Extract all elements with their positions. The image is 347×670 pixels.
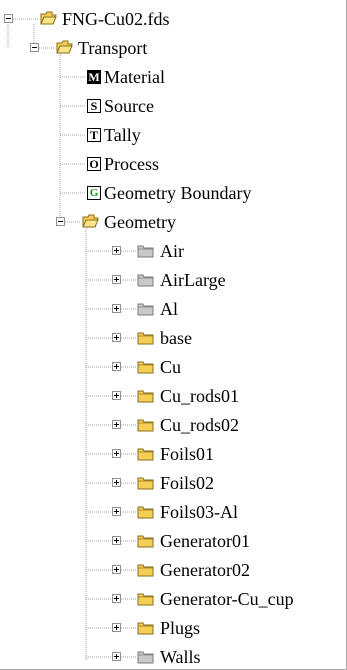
- folder-open-icon: [40, 11, 57, 25]
- folder-closed-icon: [137, 303, 154, 316]
- tree-node-label: Tally: [104, 125, 141, 145]
- tree-node-label: Generator-Cu_cup: [160, 589, 294, 609]
- tree-node-label: Foils02: [160, 473, 215, 493]
- tree-node-process[interactable]: O Process: [0, 153, 330, 175]
- tree-node-label: AirLarge: [160, 270, 226, 290]
- tree-node-label: Foils03-Al: [160, 502, 239, 522]
- expand-toggle[interactable]: [112, 478, 121, 487]
- tree-node-label: Transport: [78, 38, 148, 58]
- expand-toggle[interactable]: [112, 594, 121, 603]
- source-icon: S: [87, 99, 101, 113]
- folder-open-icon: [56, 40, 73, 54]
- tree-node-geometry-child[interactable]: Cu_rods02: [0, 414, 330, 436]
- folder-closed-icon: [137, 593, 154, 606]
- tree-node-root[interactable]: FNG-Cu02.fds: [0, 8, 330, 30]
- tree-node-label: Foils01: [160, 444, 215, 464]
- folder-closed-icon: [137, 535, 154, 548]
- tree-node-label: Geometry Boundary: [104, 183, 252, 203]
- tree-node-label: Process: [104, 154, 159, 174]
- collapse-toggle-root[interactable]: [4, 14, 13, 23]
- tree-node-geometry-child[interactable]: Al: [0, 298, 330, 320]
- folder-closed-icon: [137, 651, 154, 664]
- tree-node-geometry-child[interactable]: Walls: [0, 646, 330, 668]
- folder-closed-icon: [137, 448, 154, 461]
- material-icon: M: [87, 70, 101, 84]
- expand-toggle[interactable]: [112, 536, 121, 545]
- folder-closed-icon: [137, 274, 154, 287]
- tally-icon: T: [87, 128, 101, 142]
- expand-toggle[interactable]: [112, 362, 121, 371]
- tree-node-label: Air: [160, 241, 184, 261]
- expand-toggle[interactable]: [112, 449, 121, 458]
- expand-toggle[interactable]: [112, 565, 121, 574]
- project-tree[interactable]: FNG-Cu02.fds Transport M Material S Sour…: [0, 0, 346, 669]
- tree-node-label: Walls: [160, 647, 201, 667]
- tree-node-label: Generator01: [160, 531, 250, 551]
- expand-toggle[interactable]: [112, 304, 121, 313]
- tree-node-geometry-child[interactable]: Foils01: [0, 443, 330, 465]
- expand-toggle[interactable]: [112, 652, 121, 661]
- collapse-toggle-geometry[interactable]: [56, 217, 65, 226]
- tree-node-label: Cu_rods02: [160, 415, 240, 435]
- tree-node-geometry-child[interactable]: Air: [0, 240, 330, 262]
- expand-toggle[interactable]: [112, 623, 121, 632]
- tree-node-geometry-child[interactable]: Generator-Cu_cup: [0, 588, 330, 610]
- tree-node-label: Plugs: [160, 618, 201, 638]
- tree-node-transport[interactable]: Transport: [0, 37, 330, 59]
- tree-node-material[interactable]: M Material: [0, 66, 330, 88]
- folder-closed-icon: [137, 245, 154, 258]
- folder-closed-icon: [137, 564, 154, 577]
- tree-node-geometry[interactable]: Geometry: [0, 211, 330, 233]
- tree-node-geometry-child[interactable]: Generator02: [0, 559, 330, 581]
- folder-closed-icon: [137, 332, 154, 345]
- expand-toggle[interactable]: [112, 275, 121, 284]
- tree-node-label: Material: [104, 67, 165, 87]
- expand-toggle[interactable]: [112, 507, 121, 516]
- tree-node-label: Cu: [160, 357, 182, 377]
- expand-toggle[interactable]: [112, 420, 121, 429]
- folder-closed-icon: [137, 506, 154, 519]
- tree-node-geometry-child[interactable]: Cu_rods01: [0, 385, 330, 407]
- tree-node-tally[interactable]: T Tally: [0, 124, 330, 146]
- expand-toggle[interactable]: [112, 333, 121, 342]
- tree-node-geometry-child[interactable]: Plugs: [0, 617, 330, 639]
- tree-node-geometry-child[interactable]: Generator01: [0, 530, 330, 552]
- expand-toggle[interactable]: [112, 391, 121, 400]
- tree-node-geometry-child[interactable]: Cu: [0, 356, 330, 378]
- tree-node-label: Cu_rods01: [160, 386, 240, 406]
- tree-node-geometry-child[interactable]: Foils03-Al: [0, 501, 330, 523]
- tree-node-geometry-child[interactable]: Foils02: [0, 472, 330, 494]
- folder-closed-icon: [137, 390, 154, 403]
- folder-closed-icon: [137, 419, 154, 432]
- collapse-toggle-transport[interactable]: [30, 43, 39, 52]
- tree-node-label: Al: [160, 299, 178, 319]
- geometry-boundary-icon: G: [87, 186, 101, 200]
- tree-node-geometry-child[interactable]: AirLarge: [0, 269, 330, 291]
- folder-closed-icon: [137, 361, 154, 374]
- tree-node-geometry-child[interactable]: base: [0, 327, 330, 349]
- folder-closed-icon: [137, 622, 154, 635]
- folder-open-icon: [82, 214, 99, 228]
- process-icon: O: [87, 157, 101, 171]
- tree-node-label: Source: [104, 96, 154, 116]
- tree-node-label: base: [160, 328, 192, 348]
- tree-node-geometry-boundary[interactable]: G Geometry Boundary: [0, 182, 330, 204]
- tree-node-label: Geometry: [104, 212, 176, 232]
- tree-node-label: Generator02: [160, 560, 250, 580]
- expand-toggle[interactable]: [112, 246, 121, 255]
- tree-panel: FNG-Cu02.fds Transport M Material S Sour…: [0, 0, 347, 670]
- folder-closed-icon: [137, 477, 154, 490]
- tree-node-source[interactable]: S Source: [0, 95, 330, 117]
- tree-node-label: FNG-Cu02.fds: [62, 9, 170, 29]
